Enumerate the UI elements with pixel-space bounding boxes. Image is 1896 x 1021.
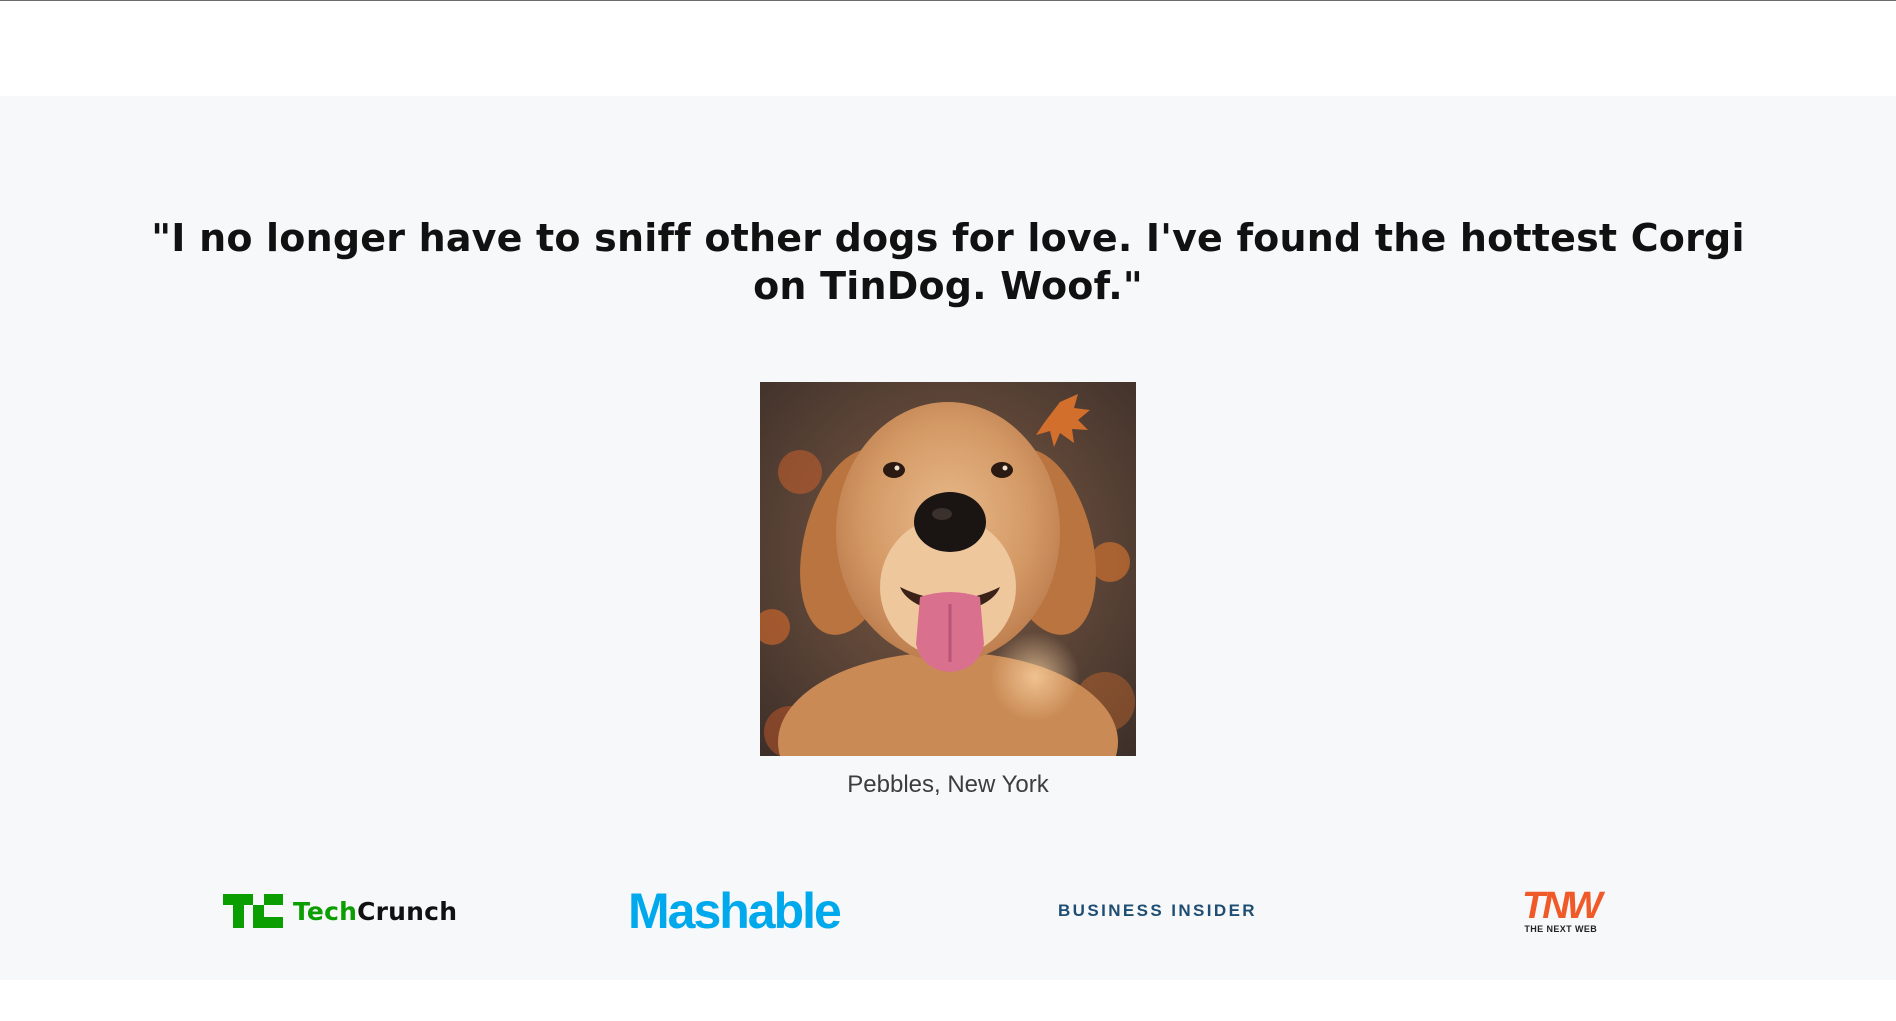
testimonial-caption: Pebbles, New York — [847, 771, 1049, 798]
techcrunch-wordmark: TechCrunch — [293, 896, 458, 926]
press-logos: TechCrunch Mashable BUSINESS INSIDER TNW… — [0, 876, 1896, 946]
testimonial-dog-image — [760, 382, 1136, 756]
testimonials-section: "I no longer have to sniff other dogs fo… — [0, 96, 1896, 980]
business-insider-logo: BUSINESS INSIDER — [1058, 876, 1257, 946]
testimonial-quote: "I no longer have to sniff other dogs fo… — [151, 216, 1745, 308]
mashable-logo: Mashable — [628, 876, 842, 946]
business-insider-wordmark: BUSINESS INSIDER — [1058, 901, 1257, 920]
mashable-wordmark: Mashable — [628, 883, 842, 939]
top-divider — [0, 0, 1896, 1]
tnw-mark: TNW — [1522, 884, 1603, 927]
techcrunch-logo: TechCrunch — [223, 876, 457, 946]
tnw-subtitle: THE NEXT WEB — [1524, 923, 1598, 934]
techcrunch-icon — [223, 894, 283, 928]
tnw-logo: TNW THE NEXT WEB — [1522, 876, 1603, 946]
page-bottom — [0, 980, 1896, 1021]
